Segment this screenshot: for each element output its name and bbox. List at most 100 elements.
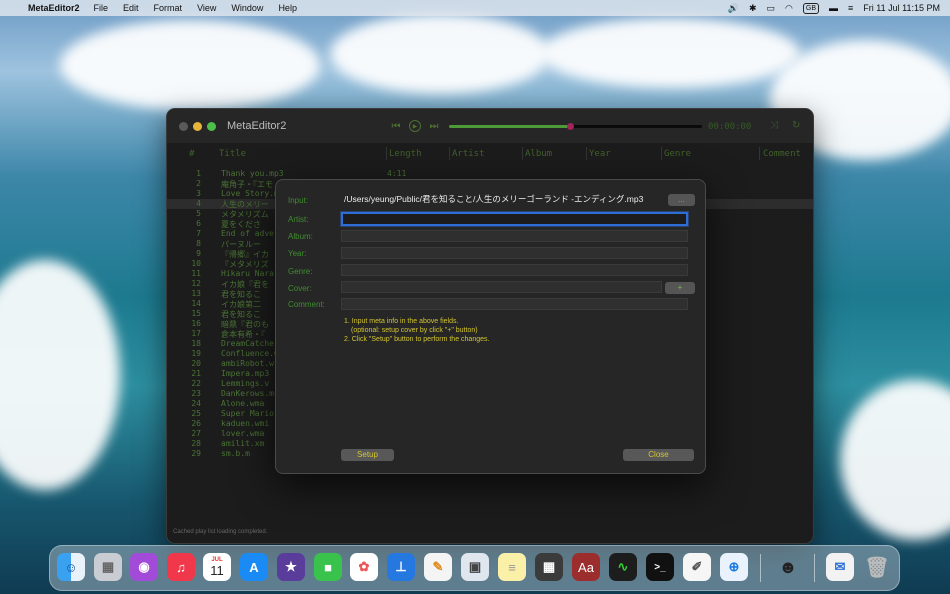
- next-track-icon[interactable]: ⏭: [427, 120, 441, 132]
- column-separator: [522, 147, 523, 160]
- menu-window[interactable]: Window: [231, 3, 263, 13]
- column-genre[interactable]: Genre: [664, 149, 691, 159]
- calendar-icon[interactable]: JUL 11: [203, 553, 231, 581]
- volume-icon[interactable]: 🔊: [728, 3, 739, 14]
- column-separator: [386, 147, 387, 160]
- safari-icon[interactable]: ⊕: [720, 553, 748, 581]
- instruction-line: 2. Click "Setup" button to perform the c…: [344, 336, 490, 343]
- row-number: 6: [196, 219, 201, 228]
- dock: ☺ ▦ ◉ ♫ JUL 11 A ★ ■ ✿ ⊥ ✎ ▣ ≡ ▦ Aa ∿ >_…: [49, 545, 900, 591]
- playback-time: 00:00:00: [708, 122, 752, 132]
- row-number: 19: [191, 349, 201, 358]
- trash-icon[interactable]: 🗑: [863, 553, 891, 581]
- display-icon[interactable]: ▬: [829, 3, 838, 13]
- window-zoom-button[interactable]: [207, 122, 216, 131]
- artist-label: Artist:: [288, 215, 309, 224]
- row-number: 15: [191, 309, 201, 318]
- row-number: 2: [196, 179, 201, 188]
- column-number[interactable]: #: [189, 149, 194, 159]
- column-title[interactable]: Title: [219, 149, 246, 159]
- row-number: 5: [196, 209, 201, 218]
- row-number: 3: [196, 189, 201, 198]
- menu-edit[interactable]: Edit: [123, 3, 139, 13]
- imovie-icon[interactable]: ★: [277, 553, 305, 581]
- comment-field[interactable]: [341, 298, 688, 310]
- menu-help[interactable]: Help: [278, 3, 297, 13]
- pages-icon[interactable]: ✎: [424, 553, 452, 581]
- control-center-icon[interactable]: ≡: [848, 3, 853, 13]
- menu-format[interactable]: Format: [154, 3, 183, 13]
- finder-icon[interactable]: ☺: [57, 553, 85, 581]
- app-store-icon[interactable]: A: [240, 553, 268, 581]
- menu-view[interactable]: View: [197, 3, 216, 13]
- shuffle-icon[interactable]: ⤨: [770, 120, 778, 131]
- column-length[interactable]: Length: [389, 149, 422, 159]
- previous-track-icon[interactable]: ⏮: [389, 120, 403, 132]
- row-number: 22: [191, 379, 201, 388]
- close-button[interactable]: Close: [623, 449, 694, 461]
- preview-icon[interactable]: ▣: [461, 553, 489, 581]
- window-close-button[interactable]: [179, 122, 188, 131]
- terminal-icon[interactable]: >_: [646, 553, 674, 581]
- comment-label: Comment:: [288, 300, 325, 309]
- album-field[interactable]: [341, 230, 688, 242]
- column-comment[interactable]: Comment: [763, 149, 801, 159]
- column-album[interactable]: Album: [525, 149, 552, 159]
- row-number: 25: [191, 409, 201, 418]
- playlist-row[interactable]: 1 Thank you.mp3 4:11: [167, 169, 813, 179]
- calendar-day: 11: [210, 563, 224, 578]
- browse-button[interactable]: ...: [668, 194, 695, 206]
- progress-knob[interactable]: [567, 123, 575, 130]
- repeat-icon[interactable]: ↻: [792, 120, 800, 131]
- artist-field[interactable]: [341, 212, 688, 226]
- row-number: 7: [196, 229, 201, 238]
- row-number: 18: [191, 339, 201, 348]
- podcasts-icon[interactable]: ◉: [130, 553, 158, 581]
- menu-file[interactable]: File: [94, 3, 109, 13]
- cover-field[interactable]: [341, 281, 662, 293]
- genre-field[interactable]: [341, 264, 688, 276]
- row-number: 4: [196, 199, 201, 208]
- launchpad-icon[interactable]: ▦: [94, 553, 122, 581]
- window-minimize-button[interactable]: [193, 122, 202, 131]
- row-number: 17: [191, 329, 201, 338]
- row-length: 4:11: [387, 169, 407, 178]
- status-message: Cached play list loading completed.: [173, 529, 268, 535]
- column-separator: [586, 147, 587, 160]
- row-number: 14: [191, 299, 201, 308]
- add-cover-button[interactable]: +: [665, 282, 695, 294]
- playback-progress-slider[interactable]: [449, 123, 702, 130]
- row-number: 13: [191, 289, 201, 298]
- facetime-icon[interactable]: ■: [314, 553, 342, 581]
- notes-icon[interactable]: ≡: [498, 553, 526, 581]
- wifi-icon[interactable]: ◠: [785, 3, 793, 14]
- battery-icon[interactable]: ▭: [767, 3, 776, 14]
- progress-fill: [449, 125, 571, 128]
- setup-button[interactable]: Setup: [341, 449, 394, 461]
- column-artist[interactable]: Artist: [452, 149, 485, 159]
- keynote-icon[interactable]: ⊥: [387, 553, 415, 581]
- ninja-app-icon[interactable]: ☻: [774, 553, 802, 581]
- column-year[interactable]: Year: [589, 149, 611, 159]
- textedit-icon[interactable]: ✐: [683, 553, 711, 581]
- row-number: 21: [191, 369, 201, 378]
- dictionary-icon[interactable]: Aa: [572, 553, 600, 581]
- photos-icon[interactable]: ✿: [350, 553, 378, 581]
- year-field[interactable]: [341, 247, 688, 259]
- row-number: 10: [191, 259, 201, 268]
- menu-app-name[interactable]: MetaEditor2: [28, 3, 80, 13]
- row-number: 20: [191, 359, 201, 368]
- row-number: 11: [191, 269, 201, 278]
- menu-clock[interactable]: Fri 11 Jul 11:15 PM: [863, 3, 940, 13]
- play-icon[interactable]: ▶: [409, 120, 421, 132]
- bluetooth-icon[interactable]: ✱: [749, 3, 757, 14]
- mail-document-icon[interactable]: ✉: [826, 553, 854, 581]
- instructions-text: 1. Input meta info in the above fields. …: [344, 317, 489, 344]
- cover-label: Cover:: [288, 284, 312, 293]
- music-icon[interactable]: ♫: [167, 553, 195, 581]
- keyboard-layout-indicator[interactable]: GB: [802, 2, 820, 14]
- input-path-field[interactable]: /Users/yeung/Public/君を知ること/人生のメリーゴーランド -…: [341, 194, 667, 206]
- calculator-icon[interactable]: ▦: [535, 553, 563, 581]
- activity-monitor-icon[interactable]: ∿: [609, 553, 637, 581]
- row-number: 16: [191, 319, 201, 328]
